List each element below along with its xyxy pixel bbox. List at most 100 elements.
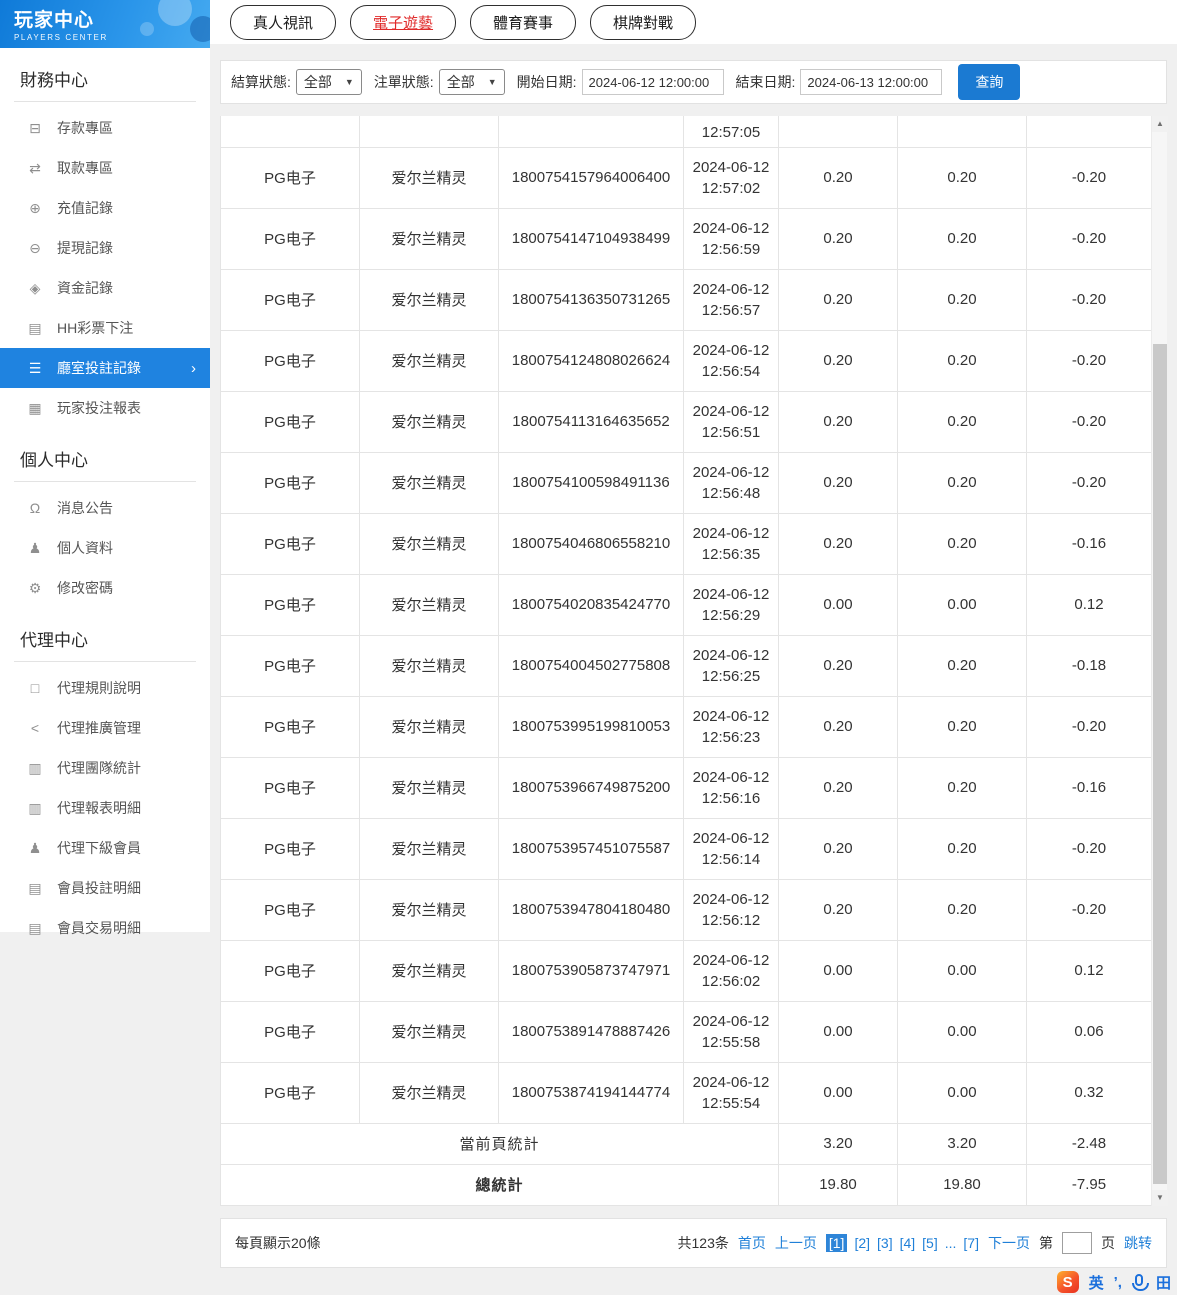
time-clock-line: 12:56:48 [701,484,761,502]
ime-handwriting-icon[interactable]: 田 [1156,1272,1171,1293]
cell-game: 爱尔兰精灵 [359,634,499,697]
page-link[interactable]: [3] [877,1235,893,1251]
table-row: PG电子 爱尔兰精灵 1800753966749875200 2024-06-12 12… [220,756,1152,819]
section-heading: 財務中心 [14,48,196,102]
tab[interactable]: 體育賽事 [470,4,577,40]
sidebar-item[interactable]: ▤ 會員交易明細 [0,908,210,948]
table-row: PG电子 爱尔兰精灵 1800753995199810053 2024-06-12 12… [220,695,1152,758]
table-row-partial: 12:57:05 [220,116,1152,148]
sidebar-item[interactable]: □ 代理規則說明 [0,668,210,708]
ime-punctuation-toggle[interactable]: ’, [1114,1274,1122,1291]
time-date-line: 2024-06-12 [692,646,770,664]
time-clock-line: 12:56:54 [701,362,761,380]
sidebar-item-label: 會員交易明細 [57,920,141,936]
tab[interactable]: 真人視訊 [230,4,337,40]
start-date-input[interactable] [581,69,724,95]
scroll-up-icon[interactable]: ▲ [1152,116,1168,132]
time-date-line: 2024-06-12 [692,829,770,847]
sidebar-item[interactable]: ⊕ 充值記錄 [0,188,210,228]
ime-language-toggle[interactable]: 英 [1089,1272,1104,1293]
cell-platform: PG电子 [220,146,360,209]
sidebar-item[interactable]: ☰ 廳室投註記錄 › [0,348,210,388]
cell-bet-id: 1800754046806558210 [498,512,684,575]
cell-bet-id: 1800753957451075587 [498,817,684,880]
chevron-down-icon: ▼ [487,77,497,87]
table-scrollbar[interactable]: ▲ ▼ [1151,116,1168,1206]
sidebar-item[interactable]: ⇄ 取款專區 [0,148,210,188]
sidebar-item[interactable]: ▥ 代理報表明細 [0,788,210,828]
table-row: PG电子 爱尔兰精灵 1800754020835424770 2024-06-12 12… [220,573,1152,636]
cell-time: 2024-06-12 12:56:57 [683,268,779,331]
jump-page-input[interactable] [1062,1231,1092,1254]
cell-bet-id: 1800754020835424770 [498,573,684,636]
sidebar-item[interactable]: ⊖ 提現記錄 [0,228,210,268]
lottery-bet-icon: ▤ [28,319,42,336]
ime-toolbar: S 英 ’, 田 [1056,1271,1171,1293]
cell-game: 爱尔兰精灵 [359,817,499,880]
microphone-icon[interactable] [1131,1274,1149,1291]
sidebar-item[interactable]: ▤ 會員投註明細 [0,868,210,908]
jump-button[interactable]: 跳转 [1124,1233,1152,1253]
sidebar-item-label: 代理下級會員 [57,840,141,856]
cell-platform: PG电子 [220,695,360,758]
jump-prefix-label: 第 [1039,1234,1053,1251]
page-link[interactable]: [5] [922,1235,938,1251]
cell-bet-amount: 0.20 [778,451,898,514]
cell-platform: PG电子 [220,1000,360,1063]
cell-bet-id: 1800753966749875200 [498,756,684,819]
cell-profit: -0.20 [1026,390,1152,453]
first-page-link[interactable]: 首页 [738,1233,766,1253]
settle-status-select[interactable]: 全部 ▼ [295,69,362,95]
prev-page-link[interactable]: 上一页 [775,1233,817,1253]
scroll-down-icon[interactable]: ▼ [1152,1189,1168,1206]
user-icon: ♟ [28,539,42,556]
per-page-label: 每頁顯示20條 [235,1234,321,1251]
cell-valid-bet: 0.20 [897,634,1027,697]
sidebar-item[interactable]: ◈ 資金記錄 [0,268,210,308]
cell-game: 爱尔兰精灵 [359,939,499,1002]
page-link[interactable]: [4] [900,1235,916,1251]
time-clock-line: 12:56:12 [701,911,761,929]
app-subtitle: PLAYERS CENTER [14,33,108,42]
next-page-link[interactable]: 下一页 [988,1233,1030,1253]
sidebar-item[interactable]: ⚙ 修改密碼 [0,568,210,608]
cell-time: 2024-06-12 12:56:48 [683,451,779,514]
sidebar-item[interactable]: Ω 消息公告 [0,488,210,528]
time-clock-line: 12:56:57 [701,301,761,319]
sidebar-item[interactable]: < 代理推廣管理 [0,708,210,748]
report-detail-icon: ▥ [28,799,42,816]
sidebar-item[interactable]: ▦ 玩家投注報表 [0,388,210,428]
time-date-line: 2024-06-12 [692,585,770,603]
query-button[interactable]: 查詢 [958,64,1021,100]
sidebar-item[interactable]: ⊟ 存款專區 [0,108,210,148]
cell-time: 2024-06-12 12:55:54 [683,1061,779,1124]
tab[interactable]: 棋牌對戰 [590,4,697,40]
ime-logo-icon[interactable]: S [1056,1271,1079,1293]
cell-profit: -0.20 [1026,878,1152,941]
order-status-select[interactable]: 全部 ▼ [438,69,505,95]
sidebar-item[interactable]: ♟ 個人資料 [0,528,210,568]
jump-suffix-label: 页 [1101,1234,1115,1251]
sidebar-item-label: 消息公告 [57,500,113,516]
page-link[interactable]: [2] [854,1235,870,1251]
sidebar-item[interactable]: ♟ 代理下級會員 [0,828,210,868]
table-row: PG电子 爱尔兰精灵 1800754113164635652 2024-06-12 12… [220,390,1152,453]
tab[interactable]: 電子遊藝 [350,4,457,40]
cell-profit: 0.12 [1026,939,1152,1002]
start-date-label: 開始日期: [516,74,577,90]
time-clock-line: 12:56:16 [701,789,761,807]
recharge-record-icon: ⊕ [29,199,41,216]
sidebar-item[interactable]: ▤ HH彩票下注 [0,308,210,348]
cell-profit: -0.20 [1026,451,1152,514]
cell-bet-amount: 0.00 [778,1061,898,1124]
table-row: PG电子 爱尔兰精灵 1800754136350731265 2024-06-12 12… [220,268,1152,331]
cell-time: 2024-06-12 12:56:25 [683,634,779,697]
total-stats-label: 總統計 [220,1163,779,1206]
end-date-input[interactable] [800,69,943,95]
page-link[interactable]: [7] [963,1235,979,1251]
scrollbar-thumb[interactable] [1153,344,1167,1184]
sidebar-item[interactable]: ▥ 代理團隊統計 [0,748,210,788]
page-link[interactable]: [1] [825,1233,848,1252]
cell [897,116,1027,148]
cell-platform: PG电子 [220,1061,360,1124]
